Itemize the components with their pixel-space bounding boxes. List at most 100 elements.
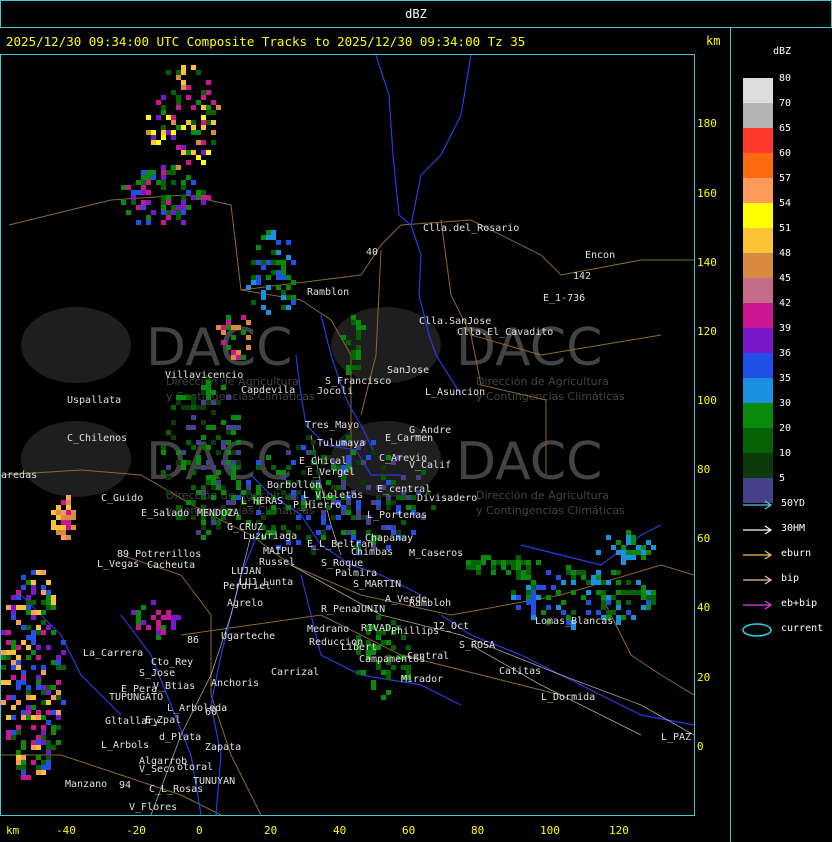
echo-pixel bbox=[616, 540, 621, 545]
echo-pixel bbox=[56, 510, 61, 515]
echo-pixel bbox=[286, 275, 291, 280]
echo-pixel bbox=[16, 685, 21, 690]
echo-pixel bbox=[606, 580, 611, 585]
echo-pixel bbox=[36, 745, 41, 750]
echo-pixel bbox=[231, 325, 236, 330]
echo-pixel bbox=[651, 590, 656, 595]
echo-pixel bbox=[241, 330, 246, 335]
legend-level-label: 48 bbox=[779, 248, 792, 259]
echo-pixel bbox=[316, 530, 321, 535]
echo-pixel bbox=[641, 590, 646, 595]
echo-pixel bbox=[406, 665, 411, 670]
echo-pixel bbox=[61, 640, 66, 645]
legend-swatch bbox=[743, 353, 773, 378]
echo-pixel bbox=[636, 580, 641, 585]
legend-level-label: 10 bbox=[779, 448, 792, 459]
echo-pixel bbox=[16, 660, 21, 665]
echo-pixel bbox=[221, 460, 226, 465]
echo-pixel bbox=[191, 105, 196, 110]
place-label: V_Flores bbox=[129, 802, 177, 813]
place-label: Ramblon bbox=[307, 287, 349, 298]
echo-pixel bbox=[221, 445, 226, 450]
echo-pixel bbox=[166, 465, 171, 470]
echo-pixel bbox=[231, 460, 236, 465]
echo-pixel bbox=[171, 615, 176, 620]
echo-pixel bbox=[351, 515, 356, 520]
echo-pixel bbox=[196, 530, 201, 535]
place-label: S_ROSA bbox=[459, 640, 495, 651]
echo-pixel bbox=[26, 625, 31, 630]
echo-pixel bbox=[321, 530, 326, 535]
echo-pixel bbox=[581, 575, 586, 580]
place-label: Chimbas bbox=[351, 547, 393, 558]
echo-pixel bbox=[296, 525, 301, 530]
place-label: Manzano bbox=[65, 779, 107, 790]
echo-pixel bbox=[26, 610, 31, 615]
echo-pixel bbox=[181, 395, 186, 400]
echo-pixel bbox=[11, 650, 16, 655]
radar-map[interactable]: DACC Dirección de Agricultura y Continge… bbox=[0, 54, 695, 816]
place-label: Rambloh bbox=[409, 598, 451, 609]
echo-pixel bbox=[326, 525, 331, 530]
echo-pixel bbox=[26, 595, 31, 600]
echo-pixel bbox=[626, 550, 631, 555]
echo-pixel bbox=[541, 610, 546, 615]
echo-pixel bbox=[136, 205, 141, 210]
echo-pixel bbox=[6, 680, 11, 685]
place-label: RIVAD bbox=[361, 623, 391, 634]
echo-pixel bbox=[246, 490, 251, 495]
echo-pixel bbox=[526, 565, 531, 570]
legend-level-label: 65 bbox=[779, 123, 792, 134]
echo-pixel bbox=[571, 575, 576, 580]
echo-pixel bbox=[181, 125, 186, 130]
echo-pixel bbox=[46, 580, 51, 585]
echo-pixel bbox=[41, 590, 46, 595]
echo-pixel bbox=[266, 510, 271, 515]
echo-pixel bbox=[151, 130, 156, 135]
echo-pixel bbox=[311, 440, 316, 445]
echo-pixel bbox=[521, 570, 526, 575]
echo-pixel bbox=[211, 110, 216, 115]
echo-pixel bbox=[596, 575, 601, 580]
place-label: Clla.del_Rosario bbox=[423, 223, 519, 234]
echo-pixel bbox=[341, 530, 346, 535]
echo-pixel bbox=[36, 770, 41, 775]
echo-pixel bbox=[291, 260, 296, 265]
echo-pixel bbox=[41, 665, 46, 670]
track-label: 30HM bbox=[781, 523, 806, 534]
place-label: Agrelo bbox=[227, 598, 263, 609]
echo-pixel bbox=[286, 240, 291, 245]
echo-pixel bbox=[26, 690, 31, 695]
echo-pixel bbox=[386, 525, 391, 530]
echo-pixel bbox=[206, 425, 211, 430]
echo-pixel bbox=[131, 200, 136, 205]
echo-pixel bbox=[526, 560, 531, 565]
legend-level-label: 42 bbox=[779, 298, 792, 309]
echo-pixel bbox=[31, 725, 36, 730]
echo-pixel bbox=[166, 200, 171, 205]
echo-pixel bbox=[226, 500, 231, 505]
echo-pixel bbox=[201, 525, 206, 530]
map-canvas[interactable]: DACC Dirección de Agricultura y Continge… bbox=[1, 55, 694, 815]
echo-pixel bbox=[31, 580, 36, 585]
echo-pixel bbox=[201, 420, 206, 425]
echo-pixel bbox=[236, 460, 241, 465]
echo-pixel bbox=[36, 765, 41, 770]
echo-pixel bbox=[361, 515, 366, 520]
echo-pixel bbox=[51, 745, 56, 750]
echo-pixel bbox=[641, 545, 646, 550]
echo-pixel bbox=[201, 485, 206, 490]
echo-pixel bbox=[526, 590, 531, 595]
echo-pixel bbox=[211, 140, 216, 145]
echo-pixel bbox=[261, 295, 266, 300]
echo-pixel bbox=[496, 560, 501, 565]
echo-pixel bbox=[206, 385, 211, 390]
echo-pixel bbox=[161, 625, 166, 630]
echo-pixel bbox=[256, 275, 261, 280]
echo-pixel bbox=[36, 570, 41, 575]
echo-pixel bbox=[646, 600, 651, 605]
echo-pixel bbox=[221, 340, 226, 345]
echo-pixel bbox=[46, 625, 51, 630]
arrow-icon bbox=[743, 600, 773, 610]
echo-pixel bbox=[276, 470, 281, 475]
